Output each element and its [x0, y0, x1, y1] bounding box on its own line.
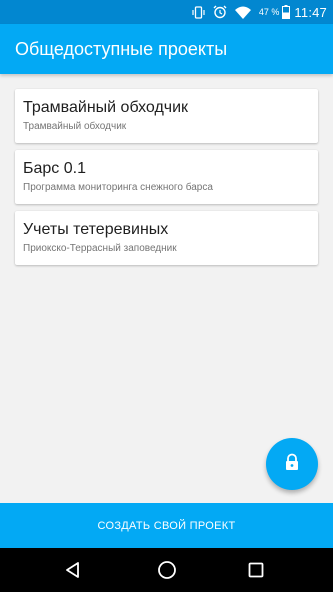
project-card[interactable]: Барс 0.1 Программа мониторинга снежного … — [15, 150, 318, 204]
project-card[interactable]: Трамвайный обходчик Трамвайный обходчик — [15, 89, 318, 143]
create-project-button[interactable]: СОЗДАТЬ СВОЙ ПРОЕКТ — [0, 503, 333, 548]
project-card[interactable]: Учеты тетеревиных Приокско-Террасный зап… — [15, 211, 318, 265]
app-bar: Общедоступные проекты — [0, 24, 333, 74]
battery-percent: 47 % — [258, 7, 280, 17]
project-list: Трамвайный обходчик Трамвайный обходчик … — [15, 89, 318, 272]
project-subtitle: Приокско-Террасный заповедник — [23, 243, 177, 254]
page-title: Общедоступные проекты — [15, 38, 228, 59]
alarm-icon — [213, 5, 227, 19]
wifi-icon — [234, 6, 251, 19]
back-icon[interactable] — [61, 558, 85, 582]
vibrate-icon — [192, 5, 205, 19]
battery-icon — [282, 5, 291, 19]
navigation-bar — [0, 548, 333, 592]
lock-fab-button[interactable] — [266, 438, 318, 490]
project-title: Барс 0.1 — [23, 160, 86, 177]
status-bar: 47 % 11:47 — [0, 0, 333, 24]
lock-icon — [284, 453, 300, 476]
create-project-label: СОЗДАТЬ СВОЙ ПРОЕКТ — [97, 519, 236, 532]
project-subtitle: Трамвайный обходчик — [23, 121, 127, 132]
home-icon[interactable] — [155, 558, 179, 582]
recents-icon[interactable] — [244, 558, 268, 582]
project-title: Трамвайный обходчик — [23, 99, 189, 116]
clock: 11:47 — [294, 4, 327, 20]
project-title: Учеты тетеревиных — [23, 221, 169, 238]
project-subtitle: Программа мониторинга снежного барса — [23, 182, 213, 193]
